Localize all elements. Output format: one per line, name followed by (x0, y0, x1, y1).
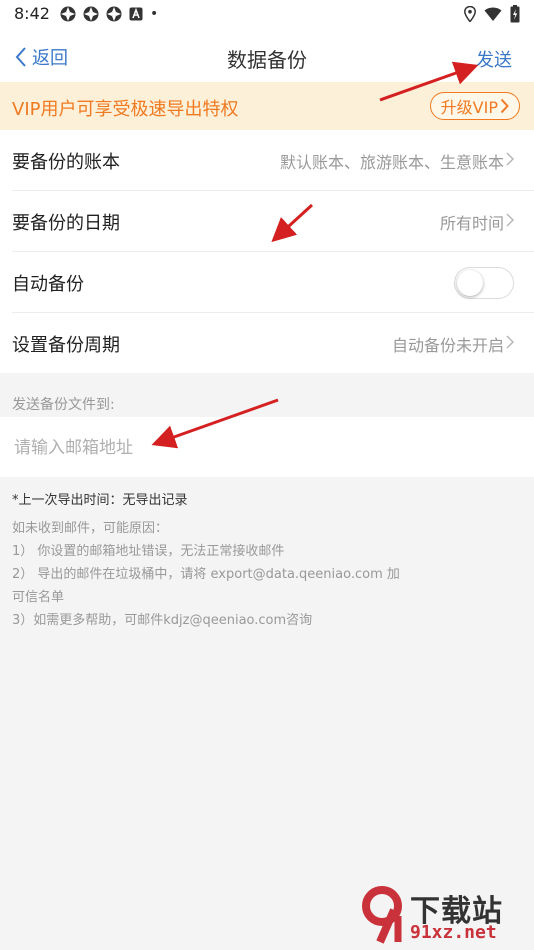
row-value: 所有时间 (439, 214, 504, 233)
status-bar: 8:42 • (0, 0, 534, 30)
chevron-right-icon (506, 335, 514, 349)
vip-banner-text: VIP用户可享受极速导出特权 (12, 99, 239, 120)
auto-backup-toggle[interactable] (454, 267, 514, 299)
send-to-label: 发送备份文件到: (12, 397, 115, 413)
chevron-right-icon (506, 152, 514, 166)
watermark: 下载站 91xz.net (360, 886, 530, 946)
battery-icon (510, 5, 520, 23)
app-notification-icon (106, 6, 122, 22)
system-icons (464, 5, 520, 23)
app-notification-icon (60, 6, 76, 22)
note-line: 可信名单 (12, 590, 65, 605)
status-time: 8:42 (14, 4, 50, 23)
send-button[interactable]: 发送 (476, 46, 512, 72)
a-notification-icon (129, 7, 143, 21)
location-icon (464, 6, 476, 22)
note-line: 1） 你设置的邮箱地址错误，无法正常接收邮件 (12, 544, 285, 559)
email-input[interactable] (12, 431, 516, 465)
watermark-url: 91xz.net (410, 922, 497, 943)
backup-settings-list: 要备份的账本 默认账本、旅游账本、生意账本 要备份的日期 所有时间 自动备份 设… (0, 130, 534, 373)
row-backup-period[interactable]: 设置备份周期 自动备份未开启 (12, 313, 534, 373)
watermark-logo-icon (362, 886, 402, 944)
vip-banner: VIP用户可享受极速导出特权 升级VIP (0, 82, 534, 130)
row-auto-backup: 自动备份 (12, 252, 534, 313)
notification-icons: • (60, 6, 158, 22)
page-title: 数据备份 (227, 48, 307, 72)
note-line: 2） 导出的邮件在垃圾桶中，请将 export@data.qeeniao.com… (12, 567, 400, 582)
note-line: 3）如需更多帮助，可邮件kdjz@qeeniao.com咨询 (12, 613, 313, 628)
last-export-time: *上一次导出时间：无导出记录 (12, 493, 188, 508)
email-box (0, 417, 534, 477)
app-notification-icon (83, 6, 99, 22)
row-value: 默认账本、旅游账本、生意账本 (279, 153, 504, 172)
help-notes: 如未收到邮件，可能原因： 1） 你设置的邮箱地址错误，无法正常接收邮件 2） 导… (12, 517, 432, 632)
upgrade-vip-button[interactable]: 升级VIP (429, 92, 520, 120)
row-dates[interactable]: 要备份的日期 所有时间 (12, 191, 534, 252)
row-books[interactable]: 要备份的账本 默认账本、旅游账本、生意账本 (12, 130, 534, 191)
dot-icon: • (150, 6, 159, 22)
toggle-knob (457, 270, 483, 296)
chevron-right-icon (500, 98, 509, 114)
note-line: 如未收到邮件，可能原因： (12, 521, 169, 536)
row-label: 自动备份 (12, 274, 84, 295)
upgrade-vip-label: 升级VIP (440, 98, 498, 117)
row-label: 要备份的日期 (12, 213, 120, 234)
chevron-right-icon (506, 213, 514, 227)
nav-bar: 返回 数据备份 发送 (0, 30, 534, 82)
row-label: 要备份的账本 (12, 152, 120, 173)
row-label: 设置备份周期 (12, 335, 120, 356)
row-value: 自动备份未开启 (391, 336, 504, 355)
wifi-icon (484, 7, 502, 21)
